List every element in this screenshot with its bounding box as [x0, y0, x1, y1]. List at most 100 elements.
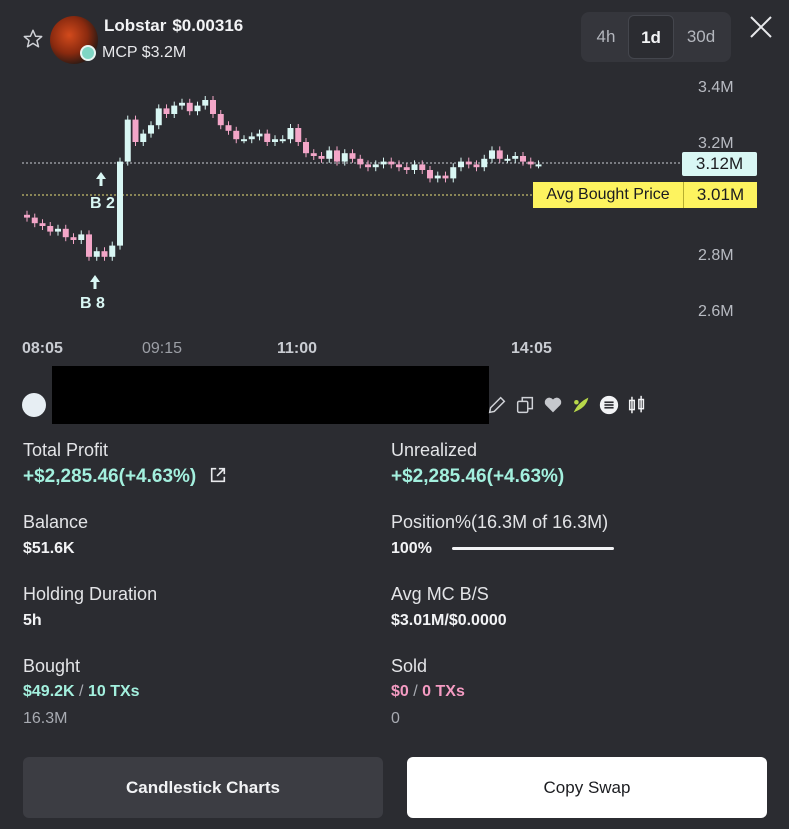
- buy-marker: B 8: [80, 275, 105, 312]
- candle-up: [248, 136, 255, 140]
- candle-down: [217, 114, 224, 126]
- candle-up: [117, 161, 123, 246]
- heart-icon[interactable]: [542, 394, 564, 416]
- menu-icon[interactable]: [598, 394, 620, 416]
- candle-down: [70, 237, 77, 240]
- current-price-tag: 3.12M: [682, 152, 757, 176]
- x-tick-label: 09:15: [142, 340, 182, 357]
- buy-marker-label: B 2: [90, 195, 115, 212]
- candle-down: [225, 125, 232, 131]
- x-tick-label: 08:05: [22, 340, 63, 357]
- candle-down: [473, 164, 480, 168]
- holding-duration-label: Holding Duration: [23, 584, 158, 604]
- mcp-value: MCP $3.2M: [102, 44, 187, 61]
- candle-down: [186, 102, 193, 112]
- y-tick-label: 2.8M: [698, 247, 734, 264]
- candle-up: [140, 133, 147, 142]
- close-icon[interactable]: [748, 14, 774, 40]
- candle-down: [442, 175, 449, 179]
- candle-up: [341, 153, 348, 162]
- candle-up: [171, 105, 178, 114]
- price-chart[interactable]: 3.4M 3.2M 2.8M 2.6M B 8 B 2 08:05 09:15 …: [0, 70, 789, 370]
- candle-up: [256, 133, 263, 137]
- bought-summary: $49.2K / 10 TXs: [23, 683, 140, 701]
- candle-down: [496, 150, 503, 159]
- copy-icon[interactable]: [514, 394, 536, 416]
- candle-up: [512, 156, 519, 159]
- token-name: Lobstar: [104, 16, 167, 35]
- candle-up: [326, 150, 333, 159]
- candle-up: [372, 164, 379, 168]
- candle-down: [403, 167, 410, 170]
- candle-up: [179, 102, 185, 106]
- wallet-avatar[interactable]: [22, 393, 46, 417]
- timeframe-30d[interactable]: 30d: [677, 15, 725, 59]
- candle-down: [318, 156, 325, 159]
- candle-down: [303, 142, 309, 154]
- bought-amount: $49.2K: [23, 683, 75, 700]
- sold-txs: 0 TXs: [422, 683, 465, 700]
- market-cap: MCP $3.2M: [80, 44, 186, 62]
- favorite-star-icon[interactable]: [22, 28, 44, 50]
- unrealized-value: +$2,285.46(+4.63%): [391, 466, 565, 487]
- candle-down: [388, 161, 395, 165]
- buy-arrow-icon: [90, 275, 100, 289]
- candle-up: [155, 108, 162, 126]
- candle-down: [349, 153, 356, 159]
- candle-down: [365, 164, 371, 168]
- candle-up: [272, 139, 278, 142]
- candle-up: [411, 164, 418, 170]
- candle-up: [481, 158, 488, 168]
- leaf-icon[interactable]: [570, 394, 592, 416]
- y-tick-label: 2.6M: [698, 303, 734, 320]
- candle-down: [295, 128, 302, 142]
- candle-down: [310, 153, 317, 156]
- y-tick-label: 3.2M: [698, 135, 734, 152]
- avg-bought-tag: 3.01M: [683, 182, 757, 208]
- candle-up: [202, 100, 209, 106]
- candle-up: [78, 234, 85, 240]
- candle-down: [210, 100, 216, 114]
- token-price: $0.00316: [172, 16, 244, 35]
- candle-up: [241, 139, 247, 142]
- candle-down: [264, 133, 271, 142]
- position-value: 100%: [391, 540, 432, 557]
- total-profit: +$2,285.46(+4.63%): [23, 466, 227, 488]
- candle-up: [287, 128, 294, 140]
- candle-up: [148, 125, 154, 134]
- position-label: Position%(16.3M of 16.3M): [391, 512, 609, 532]
- bought-tokens: 16.3M: [23, 710, 68, 727]
- edit-icon[interactable]: [486, 394, 508, 416]
- candle-up: [55, 228, 61, 232]
- buy-arrow-icon: [96, 172, 106, 186]
- position-bar: [452, 547, 614, 550]
- chain-badge-icon: [80, 45, 96, 61]
- sold-label: Sold: [391, 656, 428, 676]
- bought-separator: /: [79, 683, 84, 700]
- sold-amount: $0: [391, 683, 409, 700]
- candle-down: [24, 214, 30, 218]
- candle-up: [489, 150, 495, 159]
- candle-up: [450, 167, 457, 179]
- timeframe-selector: 4h 1d 30d: [581, 12, 731, 62]
- timeframe-4h[interactable]: 4h: [586, 15, 626, 59]
- avg-bought-label: Avg Bought Price: [533, 182, 683, 208]
- candle-down: [357, 158, 364, 165]
- copy-swap-button[interactable]: Copy Swap: [407, 757, 767, 818]
- y-tick-label: 3.4M: [698, 79, 734, 96]
- redacted-wallet-address: [52, 366, 489, 424]
- timeframe-1d[interactable]: 1d: [628, 15, 674, 59]
- candlestick-icon[interactable]: [626, 394, 648, 416]
- balance-label: Balance: [23, 512, 89, 532]
- external-link-icon[interactable]: [209, 466, 227, 484]
- candle-up: [194, 105, 201, 112]
- candle-up: [380, 161, 387, 165]
- bought-txs: 10 TXs: [87, 683, 140, 700]
- candle-up: [504, 158, 511, 161]
- holding-duration-value: 5h: [23, 612, 42, 629]
- candle-down: [520, 156, 526, 162]
- candlestick-charts-button[interactable]: Candlestick Charts: [23, 757, 383, 818]
- sold-separator: /: [413, 683, 418, 700]
- buy-marker: B 2: [90, 172, 115, 212]
- candle-down: [132, 119, 139, 142]
